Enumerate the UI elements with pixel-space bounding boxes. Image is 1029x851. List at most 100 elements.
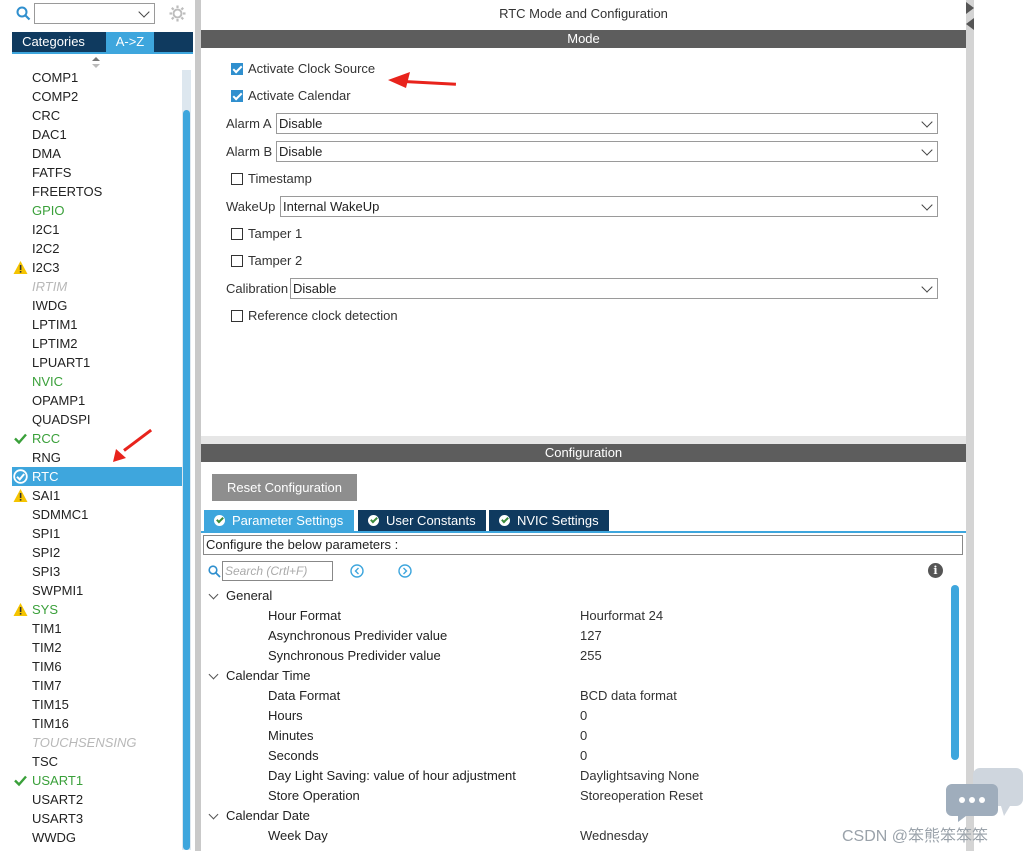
previous-arrow-icon[interactable] xyxy=(350,564,364,578)
peripheral-item-i2c1[interactable]: I2C1 xyxy=(32,220,59,239)
next-arrow-icon[interactable] xyxy=(398,564,412,578)
wakeup-select[interactable]: Internal WakeUp xyxy=(280,196,938,217)
param-value[interactable]: 0 xyxy=(580,728,587,743)
activate-calendar-label: Activate Calendar xyxy=(248,88,351,103)
reset-configuration-button[interactable]: Reset Configuration xyxy=(212,474,357,501)
collapse-arrow-icon[interactable] xyxy=(966,2,974,32)
peripheral-item-rcc[interactable]: RCC xyxy=(32,429,60,448)
peripheral-item-nvic[interactable]: NVIC xyxy=(32,372,63,391)
chat-bubble-logo xyxy=(946,768,1023,822)
tab-user-constants[interactable]: User Constants xyxy=(358,510,486,531)
param-group-calendar-date[interactable]: Calendar Date xyxy=(226,808,310,823)
right-scroll-gutter[interactable] xyxy=(966,0,974,851)
mode-body xyxy=(201,48,966,436)
search-icon[interactable] xyxy=(208,565,221,578)
peripheral-item-sai1[interactable]: SAI1 xyxy=(32,486,60,505)
peripheral-item-dma[interactable]: DMA xyxy=(32,144,61,163)
chevron-down-icon xyxy=(921,144,933,156)
param-name[interactable]: Day Light Saving: value of hour adjustme… xyxy=(268,768,516,783)
config-scrollbar-thumb[interactable] xyxy=(951,585,959,760)
parameter-search-input[interactable]: Search (Crtl+F) xyxy=(222,561,333,581)
panel-splitter[interactable] xyxy=(201,436,966,444)
reference-clock-checkbox[interactable] xyxy=(231,310,243,322)
peripheral-item-opamp1[interactable]: OPAMP1 xyxy=(32,391,85,410)
chevron-down-icon[interactable] xyxy=(138,6,150,18)
param-value[interactable]: Storeoperation Reset xyxy=(580,788,703,803)
param-group-general[interactable]: General xyxy=(226,588,272,603)
param-name[interactable]: Store Operation xyxy=(268,788,360,803)
param-value[interactable]: 255 xyxy=(580,648,602,663)
peripheral-item-sdmmc1[interactable]: SDMMC1 xyxy=(32,505,88,524)
param-value[interactable]: 0 xyxy=(580,748,587,763)
peripheral-item-tsc[interactable]: TSC xyxy=(32,752,58,771)
peripheral-item-swpmi1[interactable]: SWPMI1 xyxy=(32,581,83,600)
peripheral-item-iwdg[interactable]: IWDG xyxy=(32,296,67,315)
gear-icon[interactable] xyxy=(169,5,186,22)
tamper-1-checkbox[interactable] xyxy=(231,228,243,240)
activate-clock-source-checkbox[interactable] xyxy=(231,63,243,75)
tab-a-z[interactable]: A->Z xyxy=(106,32,154,52)
peripheral-item-spi2[interactable]: SPI2 xyxy=(32,543,60,562)
peripheral-item-quadspi[interactable]: QUADSPI xyxy=(32,410,91,429)
peripheral-item-freertos[interactable]: FREERTOS xyxy=(32,182,102,201)
peripheral-item-lpuart1[interactable]: LPUART1 xyxy=(32,353,90,372)
peripheral-item-irtim[interactable]: IRTIM xyxy=(32,277,67,296)
peripheral-item-comp1[interactable]: COMP1 xyxy=(32,68,78,87)
peripheral-search-combo[interactable] xyxy=(34,3,155,24)
param-name[interactable]: Asynchronous Predivider value xyxy=(268,628,447,643)
peripheral-item-spi1[interactable]: SPI1 xyxy=(32,524,60,543)
peripheral-item-i2c3[interactable]: I2C3 xyxy=(32,258,59,277)
param-value[interactable]: BCD data format xyxy=(580,688,677,703)
peripheral-item-i2c2[interactable]: I2C2 xyxy=(32,239,59,258)
param-value[interactable]: Hourformat 24 xyxy=(580,608,663,623)
calibration-select[interactable]: Disable xyxy=(290,278,938,299)
param-value[interactable]: 127 xyxy=(580,628,602,643)
peripheral-item-tim15[interactable]: TIM15 xyxy=(32,695,69,714)
peripheral-item-tim7[interactable]: TIM7 xyxy=(32,676,62,695)
alarm-b-select[interactable]: Disable xyxy=(276,141,938,162)
param-name[interactable]: Hour Format xyxy=(268,608,341,623)
param-name[interactable]: Synchronous Predivider value xyxy=(268,648,441,663)
peripheral-item-tim2[interactable]: TIM2 xyxy=(32,638,62,657)
peripheral-item-usart3[interactable]: USART3 xyxy=(32,809,83,828)
peripheral-item-tim1[interactable]: TIM1 xyxy=(32,619,62,638)
tab-parameter-settings[interactable]: Parameter Settings xyxy=(204,510,354,531)
sort-arrows-icon[interactable] xyxy=(91,57,101,69)
param-name[interactable]: Week Day xyxy=(268,828,328,843)
peripheral-item-lptim1[interactable]: LPTIM1 xyxy=(32,315,78,334)
tab-categories[interactable]: Categories xyxy=(12,32,95,52)
peripheral-item-spi3[interactable]: SPI3 xyxy=(32,562,60,581)
peripheral-item-wwdg[interactable]: WWDG xyxy=(32,828,76,847)
timestamp-checkbox[interactable] xyxy=(231,173,243,185)
peripheral-item-tim6[interactable]: TIM6 xyxy=(32,657,62,676)
param-name[interactable]: Seconds xyxy=(268,748,319,763)
search-icon[interactable] xyxy=(16,6,31,21)
tab-nvic-settings-label: NVIC Settings xyxy=(517,513,599,528)
list-scrollbar-thumb[interactable] xyxy=(183,110,190,850)
tab-nvic-settings[interactable]: NVIC Settings xyxy=(489,510,609,531)
param-value[interactable]: 0 xyxy=(580,708,587,723)
param-value[interactable]: Wednesday xyxy=(580,828,648,843)
info-icon[interactable]: i xyxy=(928,563,943,578)
peripheral-item-rtc[interactable]: RTC xyxy=(32,467,58,486)
activate-calendar-checkbox[interactable] xyxy=(231,90,243,102)
peripheral-item-usart2[interactable]: USART2 xyxy=(32,790,83,809)
peripheral-item-comp2[interactable]: COMP2 xyxy=(32,87,78,106)
peripheral-item-dac1[interactable]: DAC1 xyxy=(32,125,67,144)
peripheral-item-lptim2[interactable]: LPTIM2 xyxy=(32,334,78,353)
param-value[interactable]: Daylightsaving None xyxy=(580,768,699,783)
param-name[interactable]: Hours xyxy=(268,708,303,723)
peripheral-item-rng[interactable]: RNG xyxy=(32,448,61,467)
peripheral-item-usart1[interactable]: USART1 xyxy=(32,771,83,790)
tamper-2-checkbox[interactable] xyxy=(231,255,243,267)
peripheral-item-fatfs[interactable]: FATFS xyxy=(32,163,71,182)
alarm-a-select[interactable]: Disable xyxy=(276,113,938,134)
peripheral-item-sys[interactable]: SYS xyxy=(32,600,58,619)
peripheral-item-tim16[interactable]: TIM16 xyxy=(32,714,69,733)
peripheral-item-gpio[interactable]: GPIO xyxy=(32,201,65,220)
param-group-calendar-time[interactable]: Calendar Time xyxy=(226,668,311,683)
peripheral-item-crc[interactable]: CRC xyxy=(32,106,60,125)
param-name[interactable]: Minutes xyxy=(268,728,314,743)
param-name[interactable]: Data Format xyxy=(268,688,340,703)
peripheral-item-touchsensing[interactable]: TOUCHSENSING xyxy=(32,733,137,752)
